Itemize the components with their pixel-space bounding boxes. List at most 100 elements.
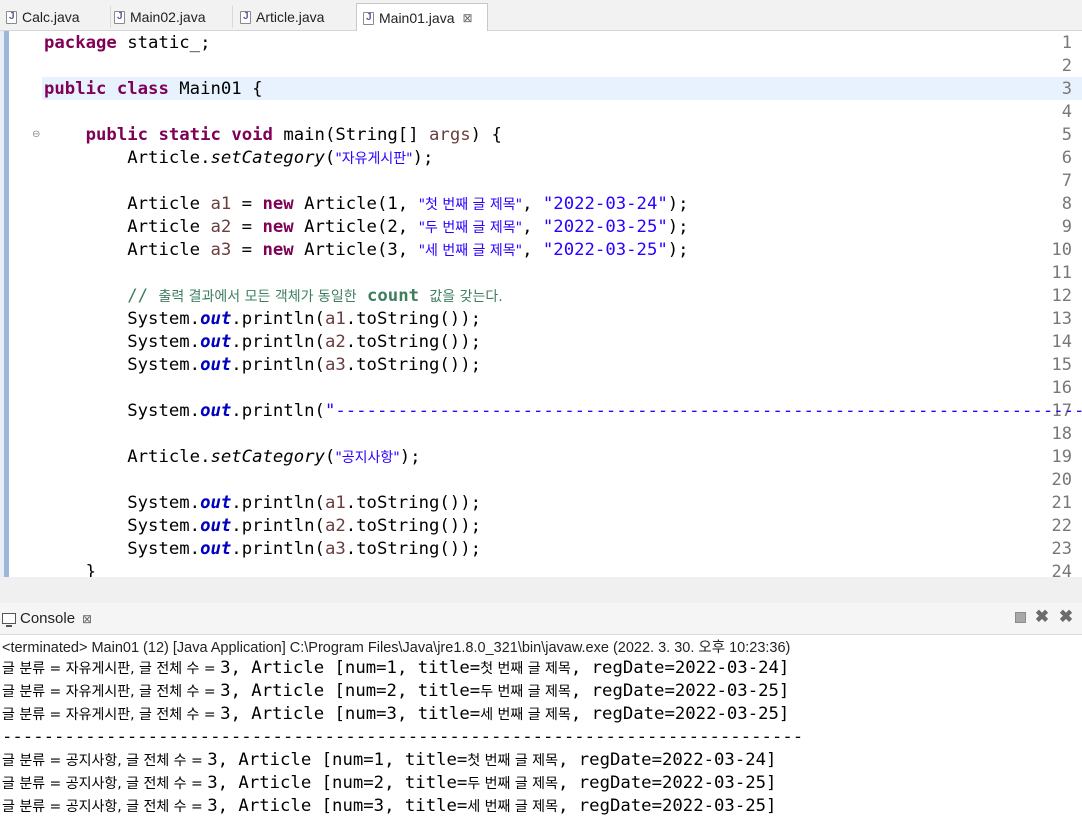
code-text: System. (127, 539, 201, 559)
variable: a1 (210, 194, 232, 214)
line-number: 12 (1051, 286, 1072, 306)
code-line: public static void main(String[] args) { (44, 124, 502, 147)
code-line: System.out.println(a3.toString()); (44, 538, 481, 561)
line-number: 18 (1051, 424, 1072, 444)
code-text: .toString()); (345, 332, 482, 352)
quick-diff-bar (4, 31, 9, 577)
string-literal: "자유게시판" (335, 151, 413, 167)
code-text: Article (127, 240, 211, 260)
line-number: 2 (1061, 56, 1072, 76)
code-text: = (231, 240, 263, 260)
string-literal: "2022-03-25" (542, 240, 668, 260)
code-text: ); (667, 194, 689, 214)
code-text: System. (127, 355, 201, 375)
console-toolbar: ✖ ✖ (1015, 607, 1074, 626)
code-text: Article. (127, 447, 211, 467)
variable: a2 (324, 332, 346, 352)
line-number: 15 (1051, 355, 1072, 375)
tab-label: Article.java (256, 9, 325, 25)
tab-calc-java[interactable]: Calc.java (0, 3, 110, 31)
java-file-icon (240, 10, 251, 24)
variable: a1 (324, 309, 346, 329)
output-line: 글 분류 = 공지사항, 글 전체 수 = 3, Article [num=1,… (2, 750, 777, 770)
close-tab-icon[interactable]: ⊠ (463, 11, 473, 25)
code-text: System. (127, 516, 201, 536)
code-line: public class Main01 { (44, 78, 263, 101)
code-text: ) { (470, 125, 502, 145)
line-number: 1 (1061, 33, 1072, 53)
code-text: Main01 { (168, 79, 263, 99)
tab-main02-java[interactable]: Main02.java (108, 3, 234, 31)
output-line: 글 분류 = 자유게시판, 글 전체 수 = 3, Article [num=2… (2, 681, 790, 701)
line-number: 13 (1051, 309, 1072, 329)
code-text: Article (127, 217, 211, 237)
static-field: out (200, 401, 232, 421)
line-number: 11 (1051, 263, 1072, 283)
static-field: out (200, 309, 232, 329)
string-literal: "2022-03-24" (542, 194, 668, 214)
line-number: 21 (1051, 493, 1072, 513)
keyword: new (262, 194, 294, 214)
keyword: public (44, 79, 107, 99)
variable: a3 (324, 355, 346, 375)
code-text: System. (127, 309, 201, 329)
tab-label: Main01.java (379, 10, 455, 26)
code-line: Article a1 = new Article(1, "첫 번째 글 제목",… (44, 193, 689, 216)
remove-launch-icon[interactable]: ✖ (1034, 607, 1050, 626)
remove-all-terminated-icon[interactable]: ✖ (1058, 607, 1074, 626)
method-name: setCategory (210, 447, 325, 467)
line-number: 9 (1061, 217, 1072, 237)
fold-collapse-icon[interactable]: ⊖ (32, 129, 40, 140)
code-line: Article a2 = new Article(2, "두 번째 글 제목",… (44, 216, 688, 239)
output-line: 글 분류 = 공지사항, 글 전체 수 = 3, Article [num=2,… (2, 773, 777, 793)
line-number: 16 (1051, 378, 1072, 398)
tab-console[interactable]: Console ⊠ (0, 603, 92, 634)
comment: // (127, 286, 159, 306)
line-number: 8 (1061, 194, 1072, 214)
output-line: 글 분류 = 자유게시판, 글 전체 수 = 3, Article [num=3… (2, 704, 790, 724)
code-text: .toString()); (345, 309, 482, 329)
code-line: System.out.println(a2.toString()); (44, 331, 481, 354)
method-name: setCategory (210, 148, 325, 168)
static-field: out (200, 493, 232, 513)
code-text: .println( (231, 493, 325, 513)
code-text: Article (127, 194, 211, 214)
code-text: = (231, 194, 263, 214)
string-literal: "두 번째 글 제목" (418, 220, 523, 236)
keyword: package (44, 33, 117, 53)
line-number: 3 (1061, 79, 1072, 99)
string-literal: "공지사항" (335, 450, 400, 466)
code-line: System.out.println(a1.toString()); (44, 308, 481, 331)
code-text: ); (667, 240, 689, 260)
terminate-icon[interactable] (1015, 611, 1026, 623)
comment: 출력 결과에서 모든 객체가 동일한 (158, 289, 357, 305)
code-editor[interactable]: 1 2 3 4 5 ⊖ 6 7 8 9 10 11 12 13 14 15 16… (0, 31, 1082, 577)
view-splitter[interactable] (0, 577, 1082, 603)
code-text: Article(1, (293, 194, 419, 214)
line-number: 6 (1061, 148, 1072, 168)
code-text: System. (127, 401, 201, 421)
string-literal: "첫 번째 글 제목" (418, 197, 523, 213)
keyword: public (85, 125, 149, 145)
code-text: = (231, 217, 263, 237)
variable: args (429, 125, 471, 145)
code-text: , (522, 240, 543, 260)
tab-label: Calc.java (22, 9, 80, 25)
code-line: } (44, 561, 96, 577)
keyword: class (116, 79, 169, 99)
static-field: out (200, 539, 232, 559)
tab-main01-java[interactable]: Main01.java ⊠ (356, 3, 488, 32)
code-line: System.out.println(a3.toString()); (44, 354, 481, 377)
java-file-icon (6, 10, 17, 24)
code-text: , (522, 217, 543, 237)
close-tab-icon[interactable]: ⊠ (82, 612, 92, 626)
tab-separator (232, 6, 233, 28)
console-status: <terminated> Main01 (12) [Java Applicati… (2, 640, 791, 656)
code-line: System.out.println(a2.toString()); (44, 515, 481, 538)
line-number: 22 (1051, 516, 1072, 536)
code-text: System. (127, 493, 201, 513)
code-line: Article.setCategory("공지사항"); (44, 446, 420, 469)
tab-article-java[interactable]: Article.java (234, 3, 354, 31)
code-line: Article a3 = new Article(3, "세 번째 글 제목",… (44, 239, 689, 262)
keyword: new (262, 217, 294, 237)
